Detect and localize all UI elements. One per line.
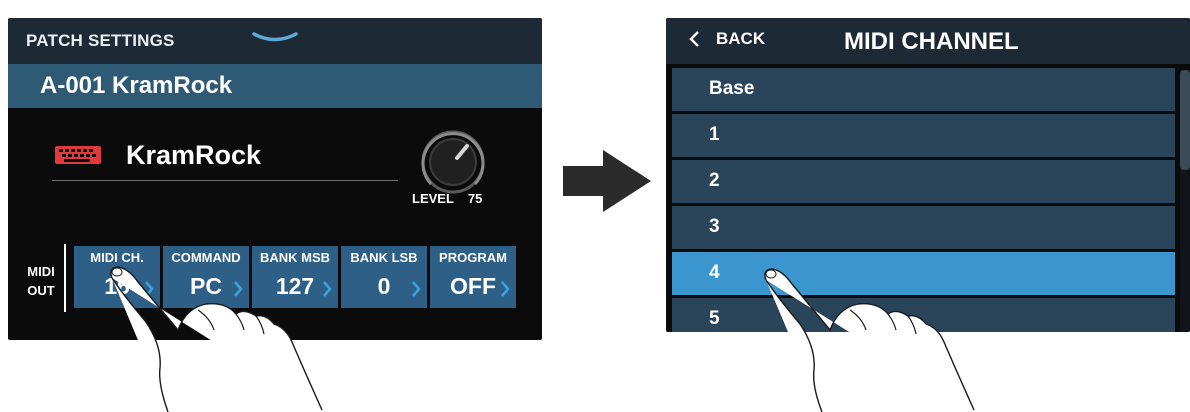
midi-out-label: MIDI OUT bbox=[20, 262, 62, 300]
param-label: BANK LSB bbox=[350, 250, 418, 265]
param-program[interactable]: PROGRAM OFF bbox=[430, 246, 516, 308]
param-label: BANK MSB bbox=[259, 250, 331, 265]
chevron-down-icon[interactable] bbox=[252, 31, 298, 45]
patch-name[interactable]: KramRock bbox=[126, 140, 261, 171]
chevron-left-icon bbox=[689, 31, 699, 47]
param-bank-lsb[interactable]: BANK LSB 0 bbox=[341, 246, 427, 308]
patch-title-bar: A-001 KramRock bbox=[8, 64, 542, 108]
back-button[interactable]: BACK bbox=[688, 29, 765, 49]
keyboard-icon bbox=[55, 146, 101, 164]
list-item[interactable]: Base bbox=[672, 68, 1175, 111]
chevron-right-icon bbox=[234, 281, 243, 297]
chevron-right-icon bbox=[323, 281, 332, 297]
screen-title: MIDI CHANNEL bbox=[844, 28, 1019, 55]
level-value: 75 bbox=[467, 191, 483, 206]
list-item[interactable]: 3 bbox=[672, 206, 1175, 249]
patch-name-underline bbox=[52, 180, 398, 181]
header-title: PATCH SETTINGS bbox=[26, 31, 175, 50]
param-label: COMMAND bbox=[171, 250, 241, 265]
list-item-label: 5 bbox=[709, 308, 720, 329]
level-readout: LEVEL 75 bbox=[412, 191, 482, 206]
midi-channel-header: BACK MIDI CHANNEL bbox=[666, 18, 1190, 64]
param-label: MIDI CH. bbox=[90, 250, 144, 265]
knob-icon[interactable] bbox=[420, 129, 486, 195]
param-command[interactable]: COMMAND PC bbox=[163, 246, 249, 308]
midi-param-row: MIDI CH. 16 COMMAND PC BANK MSB 127 BANK… bbox=[74, 246, 516, 308]
back-label: BACK bbox=[716, 29, 766, 48]
transition-arrow-icon bbox=[563, 150, 651, 212]
midi-out-line1: MIDI bbox=[27, 264, 55, 279]
param-label: PROGRAM bbox=[439, 250, 507, 265]
patch-settings-screen: PATCH SETTINGS A-001 KramRock KramRock L… bbox=[8, 18, 542, 340]
chevron-right-icon bbox=[501, 281, 510, 297]
list-item-label: 3 bbox=[709, 216, 720, 237]
list-item-label: Base bbox=[709, 78, 755, 99]
chevron-right-icon bbox=[145, 281, 154, 297]
midi-channel-list: Base 1 2 3 4 5 bbox=[672, 68, 1175, 332]
list-item[interactable]: 1 bbox=[672, 114, 1175, 157]
midi-out-divider bbox=[64, 244, 66, 312]
scrollbar-thumb[interactable] bbox=[1180, 70, 1190, 170]
level-label: LEVEL bbox=[412, 191, 454, 206]
param-midi-channel[interactable]: MIDI CH. 16 bbox=[74, 246, 160, 308]
chevron-right-icon bbox=[412, 281, 421, 297]
list-item[interactable]: 2 bbox=[672, 160, 1175, 203]
list-item[interactable]: 5 bbox=[672, 298, 1175, 332]
midi-out-line2: OUT bbox=[27, 283, 55, 298]
patch-title: A-001 KramRock bbox=[40, 72, 233, 99]
list-item-label: 2 bbox=[709, 170, 720, 191]
patch-settings-header: PATCH SETTINGS bbox=[8, 18, 542, 64]
list-item-label: 4 bbox=[709, 262, 720, 283]
list-item-selected[interactable]: 4 bbox=[672, 252, 1175, 295]
midi-channel-screen: BACK MIDI CHANNEL Base 1 2 3 4 5 bbox=[666, 18, 1190, 332]
param-bank-msb[interactable]: BANK MSB 127 bbox=[252, 246, 338, 308]
list-item-label: 1 bbox=[709, 124, 720, 145]
